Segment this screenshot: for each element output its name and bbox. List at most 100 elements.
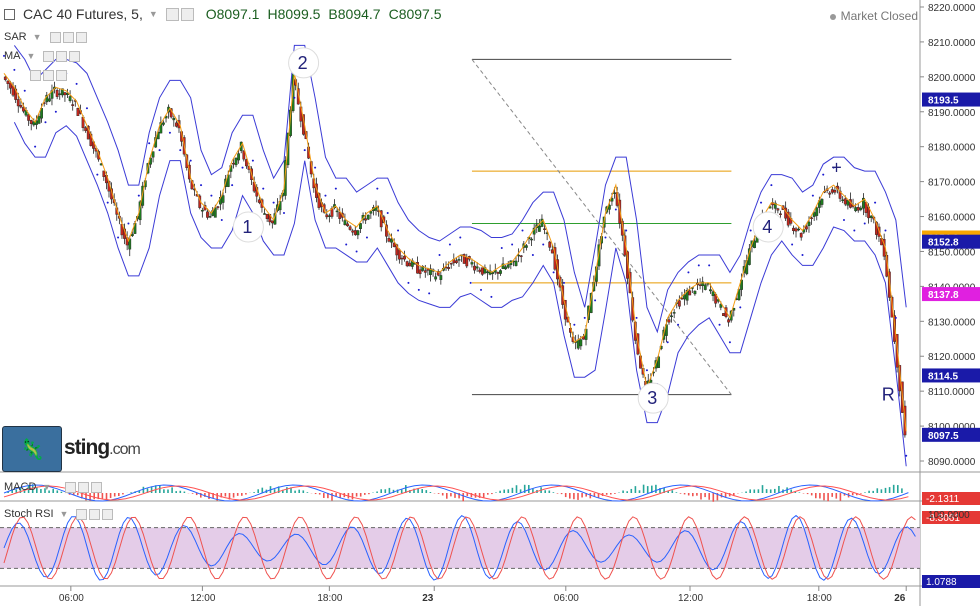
candle-body xyxy=(29,120,33,125)
candle-body xyxy=(869,215,873,218)
candle-body xyxy=(530,238,533,241)
candle-body xyxy=(359,223,362,230)
sar-dot xyxy=(334,187,337,190)
sar-dot xyxy=(822,173,825,176)
candle-body xyxy=(102,170,106,177)
candle-body xyxy=(457,259,461,261)
y-tick-label: 8110.0000 xyxy=(928,387,975,398)
sar-dot xyxy=(407,281,410,284)
sar-dot xyxy=(842,219,845,222)
candle-body xyxy=(693,290,697,295)
candle-body xyxy=(216,206,220,208)
eye-icon[interactable] xyxy=(30,70,41,81)
candle-body xyxy=(418,269,422,275)
candle-body xyxy=(449,263,453,265)
candle-body xyxy=(351,230,355,233)
market-status: Market Closed xyxy=(829,9,918,23)
sar-dot xyxy=(303,149,306,152)
price-label-text: 8152.8 xyxy=(928,238,959,249)
candle-body xyxy=(200,210,204,212)
candle-body xyxy=(815,207,819,216)
logo-image: 🦎 xyxy=(2,426,62,472)
price-label-text: 8097.5 xyxy=(928,431,959,442)
candle-body xyxy=(58,93,62,95)
sar-dot xyxy=(189,159,192,162)
macd-indicator[interactable]: MACD ▼ xyxy=(4,481,104,493)
candle-body xyxy=(613,192,616,194)
stoch-rsi-indicator[interactable]: Stoch RSI ▼ xyxy=(4,508,115,520)
close-icon[interactable] xyxy=(56,70,67,81)
candle-body xyxy=(473,265,476,271)
symbol-title[interactable]: CAC 40 Futures, 5, xyxy=(23,6,143,22)
close-icon[interactable] xyxy=(91,481,103,493)
x-tick-label: 12:00 xyxy=(678,593,703,604)
settings-icon[interactable] xyxy=(89,508,101,520)
candle-body xyxy=(792,227,795,231)
candle-body xyxy=(846,200,850,206)
settings-icon[interactable] xyxy=(62,31,74,43)
sar-dot xyxy=(168,131,171,134)
stoch-tick-label: 100.0000 xyxy=(928,510,970,521)
sar-dot xyxy=(770,184,773,187)
candle-body xyxy=(390,238,393,243)
sar-dot xyxy=(531,253,534,256)
y-tick-label: 8130.0000 xyxy=(928,317,976,328)
sar-dot xyxy=(282,212,285,215)
chevron-down-icon[interactable]: ▼ xyxy=(149,9,158,19)
sar-dot xyxy=(106,201,109,204)
price-label-text: 8114.5 xyxy=(928,371,958,382)
sar-dot xyxy=(397,229,400,232)
sar-dot xyxy=(666,341,669,344)
chevron-down-icon[interactable]: ▼ xyxy=(42,482,51,492)
candle-body xyxy=(338,212,342,219)
eye-icon[interactable] xyxy=(43,50,55,62)
sar-dot xyxy=(697,264,700,267)
candle-body xyxy=(151,151,155,158)
sar-dot xyxy=(428,292,431,295)
candle-body xyxy=(366,214,370,220)
candle-body xyxy=(698,284,702,286)
sar-dot xyxy=(314,166,317,169)
settings-icon[interactable] xyxy=(78,481,90,493)
status-dot-icon xyxy=(829,13,836,20)
sar-dot xyxy=(148,142,151,145)
chevron-down-icon[interactable]: ▼ xyxy=(33,32,42,42)
extra-indicator-controls[interactable] xyxy=(30,70,69,81)
settings-icon[interactable] xyxy=(165,7,179,21)
chevron-down-icon[interactable]: ▼ xyxy=(27,51,36,61)
sar-indicator[interactable]: SAR ▼ xyxy=(4,31,89,43)
close-icon[interactable] xyxy=(75,31,87,43)
candle-body xyxy=(63,92,67,96)
close-icon[interactable] xyxy=(102,508,114,520)
settings-icon[interactable] xyxy=(43,70,54,81)
close-icon[interactable] xyxy=(69,50,81,62)
eye-icon[interactable] xyxy=(180,7,194,21)
candle-body xyxy=(348,226,352,230)
sar-dot xyxy=(905,454,908,457)
price-label-text: 8193.5 xyxy=(928,96,959,107)
sar-dot xyxy=(210,194,213,197)
chevron-down-icon[interactable]: ▼ xyxy=(60,509,69,519)
wave-label: 2 xyxy=(298,53,308,73)
candle-body xyxy=(397,249,401,260)
candle-body xyxy=(537,225,541,232)
y-tick-label: 8180.0000 xyxy=(928,143,976,154)
sar-dot xyxy=(894,316,897,319)
sar-dot xyxy=(739,306,742,309)
sar-dot xyxy=(85,107,88,110)
eye-icon[interactable] xyxy=(49,31,61,43)
logo-text: sting.com xyxy=(64,436,141,460)
candle-body xyxy=(346,223,349,227)
y-tick-label: 8200.0000 xyxy=(928,73,976,84)
y-tick-label: 8210.0000 xyxy=(928,38,976,49)
candle-body xyxy=(677,300,681,307)
sar-dot xyxy=(117,236,120,239)
eye-icon[interactable] xyxy=(76,508,88,520)
chart-type-icon[interactable] xyxy=(4,8,15,20)
logo-text-main: sting xyxy=(64,436,110,459)
candle-body xyxy=(265,213,269,220)
x-tick-label: 26 xyxy=(894,593,906,604)
eye-icon[interactable] xyxy=(65,481,77,493)
settings-icon[interactable] xyxy=(56,50,68,62)
ma-indicator[interactable]: MA ▼ xyxy=(4,50,82,62)
